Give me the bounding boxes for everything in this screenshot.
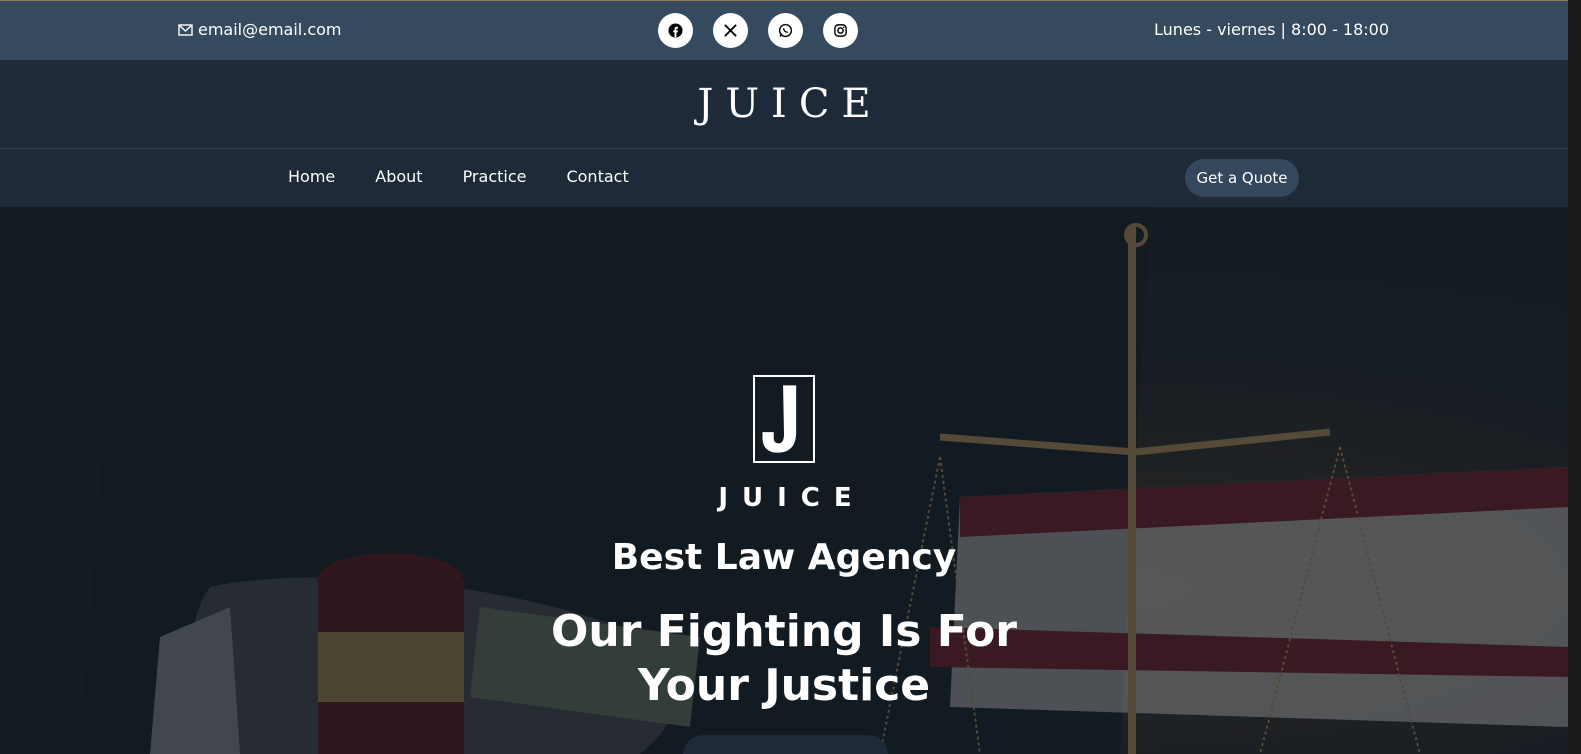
business-hours: Lunes - viernes | 8:00 - 18:00 bbox=[1154, 20, 1389, 39]
nav-item-home[interactable]: Home bbox=[288, 167, 335, 186]
header: JUICE bbox=[0, 60, 1568, 149]
nav-item-practice[interactable]: Practice bbox=[463, 167, 527, 186]
hero-title-line-1: Our Fighting Is For bbox=[550, 606, 1018, 657]
page-scrollbar[interactable] bbox=[1568, 0, 1581, 754]
hero-cta-button[interactable] bbox=[683, 735, 888, 754]
instagram-icon[interactable] bbox=[823, 13, 858, 48]
get-quote-button[interactable]: Get a Quote bbox=[1185, 159, 1299, 197]
hero-subtitle: Best Law Agency bbox=[611, 537, 957, 578]
site-logo[interactable]: JUICE bbox=[0, 81, 1568, 127]
hero-title: Our Fighting Is For Your Justice bbox=[0, 605, 1568, 713]
nav-links: Home About Practice Contact bbox=[288, 167, 629, 186]
top-info-bar: email@email.com Lunes - viernes | 8:00 -… bbox=[0, 0, 1568, 60]
nav-item-about[interactable]: About bbox=[375, 167, 422, 186]
social-links bbox=[658, 13, 858, 48]
mail-icon bbox=[178, 23, 193, 36]
email-text: email@email.com bbox=[198, 20, 342, 39]
j-logo-icon bbox=[762, 385, 797, 453]
hero-section: JUICE Best Law Agency Our Fighting Is Fo… bbox=[0, 207, 1568, 754]
main-nav: Home About Practice Contact Get a Quote bbox=[0, 149, 1568, 207]
email-contact[interactable]: email@email.com bbox=[178, 20, 342, 39]
hero-brand: JUICE bbox=[718, 483, 866, 513]
nav-item-contact[interactable]: Contact bbox=[566, 167, 628, 186]
hero-logo-mark bbox=[753, 375, 815, 463]
hero-title-line-2: Your Justice bbox=[637, 660, 931, 711]
x-twitter-icon[interactable] bbox=[713, 13, 748, 48]
facebook-icon[interactable] bbox=[658, 13, 693, 48]
whatsapp-icon[interactable] bbox=[768, 13, 803, 48]
